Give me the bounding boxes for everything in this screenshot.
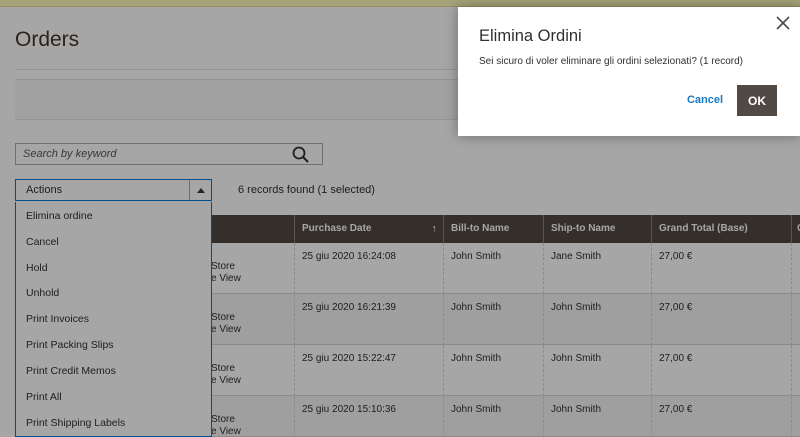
cancel-button[interactable]: Cancel — [679, 87, 731, 113]
modal-title: Elimina Ordini — [479, 27, 582, 45]
ok-button[interactable]: OK — [737, 85, 777, 116]
modal-message: Sei sicuro di voler eliminare gli ordini… — [479, 56, 744, 67]
close-icon[interactable] — [775, 15, 791, 31]
confirm-delete-modal: Elimina Ordini Sei sicuro di voler elimi… — [458, 7, 800, 136]
